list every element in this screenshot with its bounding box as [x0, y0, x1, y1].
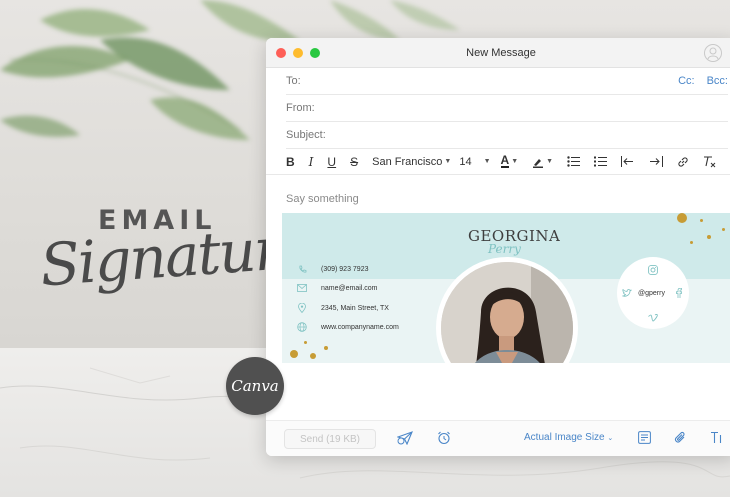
from-label: From:: [286, 102, 315, 114]
clear-format-icon: [703, 156, 716, 168]
email-signature: GEORGINA Perry (309) 923 7923 name@email…: [282, 213, 730, 363]
italic-button[interactable]: I: [309, 152, 314, 172]
gold-confetti: [310, 353, 316, 359]
account-avatar-icon[interactable]: [704, 44, 722, 62]
image-size-select[interactable]: Actual Image Size ⌄: [524, 432, 613, 443]
indent-icon: [649, 156, 663, 167]
numbered-list-icon: [594, 156, 607, 167]
subject-field[interactable]: Subject:: [286, 122, 728, 149]
phone-icon: [296, 265, 308, 274]
social-handle: @gperry: [638, 290, 665, 297]
signature-website-row: www.companyname.com: [296, 322, 399, 332]
highlighter-icon: [532, 156, 544, 168]
font-family-value: San Francisco: [372, 156, 442, 168]
font-size-select[interactable]: 14 ▼: [459, 152, 490, 172]
signature-website: www.companyname.com: [321, 324, 399, 331]
signature-last-name: Perry: [488, 242, 521, 256]
numbered-list-button[interactable]: [594, 152, 607, 172]
browser-icon[interactable]: [638, 431, 651, 444]
strikethrough-button[interactable]: S: [350, 152, 358, 172]
chevron-down-icon: ▼: [546, 158, 553, 165]
envelope-icon: [296, 284, 308, 292]
facebook-icon[interactable]: [676, 288, 682, 298]
social-links-circle: @gperry: [617, 257, 689, 329]
signature-email: name@email.com: [321, 285, 378, 292]
canva-badge: Canva: [226, 357, 284, 415]
message-body[interactable]: Say something GEORGINA Perry (309) 923 7…: [266, 175, 730, 423]
send-later-icon[interactable]: [397, 431, 413, 445]
zoom-window-button[interactable]: [310, 48, 320, 58]
gold-confetti: [677, 213, 687, 223]
to-input[interactable]: [307, 75, 664, 87]
font-size-value: 14: [459, 156, 471, 168]
send-button[interactable]: Send (19 KB): [284, 429, 376, 449]
minimize-window-button[interactable]: [293, 48, 303, 58]
link-icon: [677, 156, 689, 168]
highlight-button[interactable]: ▼: [532, 152, 553, 172]
bottom-bar: Send (19 KB) Actual Image Size ⌄: [266, 420, 730, 456]
clear-formatting-button[interactable]: [703, 152, 716, 172]
instagram-icon[interactable]: [648, 265, 658, 275]
gold-confetti: [304, 341, 307, 344]
outdent-button[interactable]: [621, 152, 635, 172]
twitter-icon[interactable]: [622, 289, 632, 298]
gold-confetti: [700, 219, 703, 222]
signature-address: 2345, Main Street, TX: [321, 305, 389, 312]
image-size-value: Actual Image Size: [524, 432, 605, 443]
outdent-icon: [621, 156, 635, 167]
text-format-icon[interactable]: [710, 431, 722, 444]
bullet-list-icon: [567, 156, 580, 167]
font-family-select[interactable]: San Francisco▼: [372, 152, 451, 172]
signature-phone: (309) 923 7923: [321, 266, 368, 273]
compose-window: New Message To: Cc: Bcc: From: Subject: …: [266, 38, 730, 456]
link-button[interactable]: [677, 152, 689, 172]
subject-label: Subject:: [286, 129, 326, 141]
gold-confetti: [690, 241, 693, 244]
gold-confetti: [707, 235, 711, 239]
text-color-button[interactable]: A▼: [501, 152, 519, 172]
subject-input[interactable]: [332, 129, 728, 141]
bulleted-list-button[interactable]: [567, 152, 580, 172]
underline-button[interactable]: U: [327, 152, 336, 172]
from-field[interactable]: From:: [286, 95, 728, 122]
indent-button[interactable]: [649, 152, 663, 172]
from-input[interactable]: [321, 102, 728, 114]
vimeo-icon[interactable]: [648, 314, 658, 323]
signature-phone-row: (309) 923 7923: [296, 265, 368, 274]
cc-button[interactable]: Cc:: [678, 75, 695, 87]
gold-confetti: [290, 350, 298, 358]
text-color-icon: A: [501, 155, 510, 168]
window-title: New Message: [466, 47, 536, 59]
attachment-icon[interactable]: [674, 431, 686, 444]
gold-confetti: [722, 228, 725, 231]
chevron-down-icon: ▼: [511, 158, 518, 165]
globe-icon: [296, 322, 308, 332]
close-window-button[interactable]: [276, 48, 286, 58]
bold-button[interactable]: B: [286, 152, 295, 172]
chevron-down-icon: ▼: [444, 158, 451, 165]
message-placeholder: Say something: [286, 193, 359, 205]
to-label: To:: [286, 75, 301, 87]
gold-confetti: [324, 346, 328, 350]
signature-address-row: 2345, Main Street, TX: [296, 303, 389, 313]
chevron-down-icon: ▼: [484, 158, 491, 165]
alarm-clock-icon[interactable]: [437, 431, 451, 445]
signature-email-row: name@email.com: [296, 284, 378, 292]
chevron-down-icon: ⌄: [607, 435, 613, 442]
bcc-button[interactable]: Bcc:: [707, 75, 728, 87]
title-bar: New Message: [266, 38, 730, 68]
location-pin-icon: [296, 303, 308, 313]
format-toolbar: B I U S San Francisco▼ 14▼ A▼ ▼: [266, 149, 730, 175]
to-field[interactable]: To: Cc: Bcc:: [286, 68, 728, 95]
